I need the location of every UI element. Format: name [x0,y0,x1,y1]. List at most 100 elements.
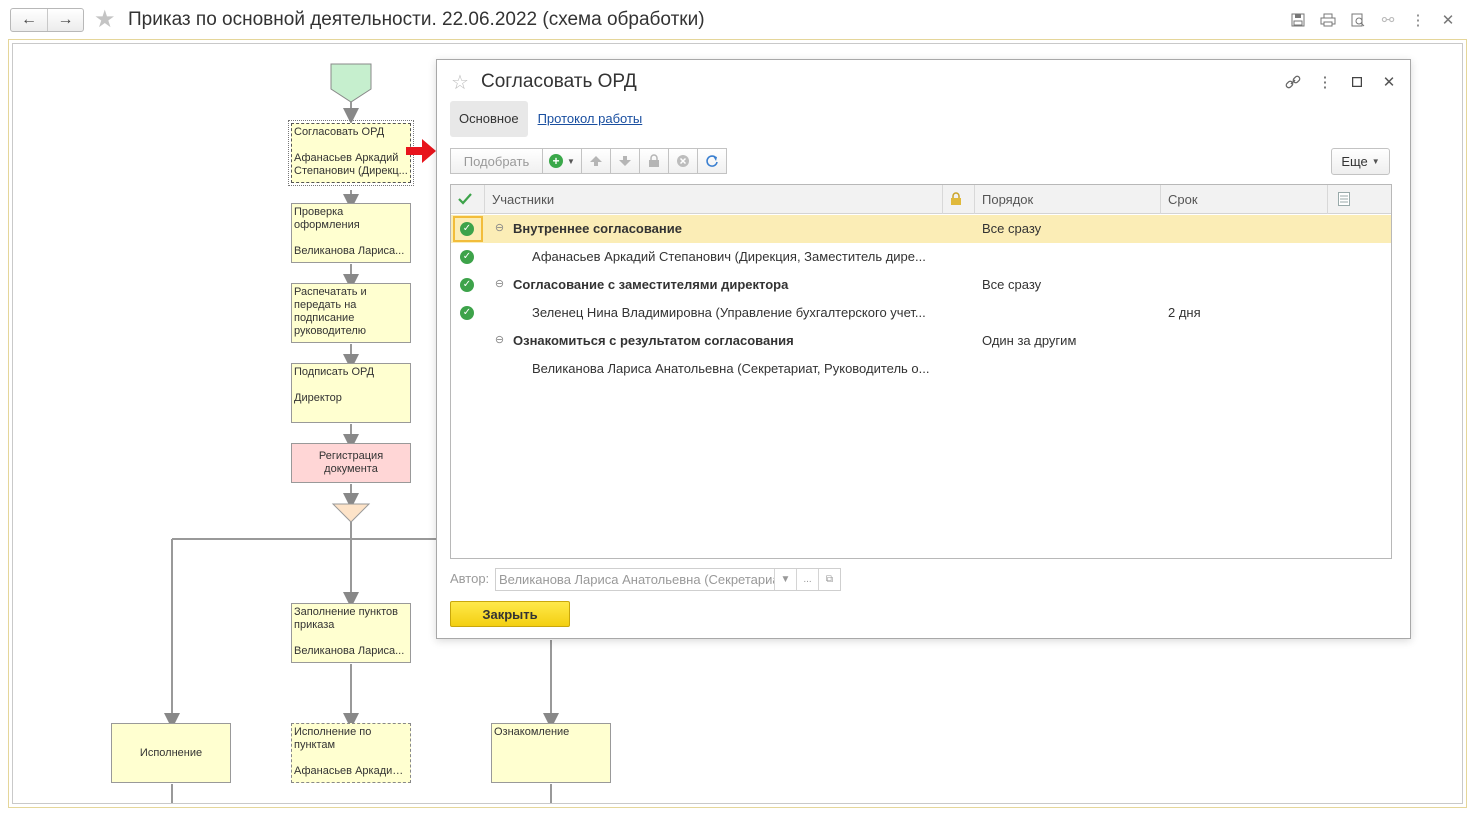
check-icon[interactable]: ✓ [460,306,474,320]
process-node-approve[interactable]: Согласовать ОРД Афанасьев Аркадий Степан… [288,120,414,186]
node-line: оформления [294,219,360,231]
dialog-tabs: Основное Протокол работы [450,101,652,137]
author-label: Автор: [450,571,490,586]
lock-button[interactable] [639,148,669,174]
more-button[interactable]: Еще ▼ [1331,148,1390,175]
node-line: Исполнение [139,746,203,759]
participants-toolbar: Подобрать + ▼ [450,148,727,174]
process-node-fill-items[interactable]: Заполнение пунктов приказа Великанова Ла… [291,603,411,663]
maximize-icon[interactable] [1346,72,1368,92]
collapse-icon[interactable]: ⊖ [494,335,505,346]
select-ellipsis-icon[interactable]: ... [796,569,818,590]
table-row[interactable]: ✓ ⊖ Согласование с заместителями директо… [451,271,1391,299]
pick-button[interactable]: Подобрать [450,148,543,174]
lock-icon [951,192,961,205]
order-value: Все сразу [982,221,1042,236]
node-line: Афанасьев Аркадий ... [294,765,408,777]
print-icon[interactable] [1317,10,1339,30]
check-icon[interactable]: ✓ [460,222,474,236]
table-row[interactable]: ✓ Зеленец Нина Владимировна (Управление … [451,299,1391,327]
header-participants[interactable]: Участники [484,185,942,214]
close-button[interactable]: Закрыть [450,601,570,627]
node-line: Афанасьев Аркадий [294,152,399,164]
window-title: Приказ по основной деятельности. 22.06.2… [128,9,705,30]
node-line: подписание [294,312,355,324]
move-down-button[interactable] [610,148,640,174]
more-vert-icon[interactable]: ⋮ [1407,10,1429,30]
process-node-sign[interactable]: Подписать ОРД Директор [291,363,411,423]
table-row[interactable]: ⊖ Ознакомиться с результатом согласовани… [451,327,1391,355]
checkmark-icon [458,193,472,205]
term-value [1168,327,1318,355]
process-node-execution-by-items[interactable]: Исполнение по пунктам Афанасьев Аркадий … [291,723,411,783]
participant-name: Ознакомиться с результатом согласования [513,333,794,348]
collapse-icon[interactable]: ⊖ [494,223,505,234]
check-icon[interactable]: ✓ [460,278,474,292]
node-line [294,752,408,765]
start-shape [330,63,372,103]
check-icon[interactable]: ✓ [460,250,474,264]
node-line [294,379,408,392]
refresh-button[interactable] [697,148,727,174]
header-term[interactable]: Срок [1160,185,1327,214]
back-arrow-icon[interactable]: ← [11,9,47,31]
approve-dialog: ☆ Согласовать ОРД ⋮ ✕ Основное Протокол … [436,59,1411,639]
close-icon[interactable]: ✕ [1437,10,1459,30]
order-value [982,299,1152,327]
table-row[interactable]: ✓ Афанасьев Аркадий Степанович (Дирекция… [451,243,1391,271]
process-node-register[interactable]: Регистрация документа [291,443,411,483]
move-up-button[interactable] [581,148,611,174]
chevron-down-icon: ▼ [567,156,575,166]
tab-log[interactable]: Протокол работы [528,101,653,137]
node-line: пунктам [294,739,336,751]
dialog-actions: ⋮ ✕ [1282,72,1400,92]
preview-icon[interactable] [1347,10,1369,30]
header-order[interactable]: Порядок [974,185,1160,214]
save-icon[interactable] [1287,10,1309,30]
collapse-icon[interactable]: ⊖ [494,279,505,290]
link-icon[interactable]: ⚯ [1377,10,1399,30]
dropdown-icon[interactable]: ▼ [774,569,796,590]
node-line [294,232,408,245]
table-row[interactable]: Великанова Лариса Анатольевна (Секретари… [451,355,1391,383]
node-line: Великанова Лариса... [294,645,405,657]
author-field[interactable]: Великанова Лариса Анатольевна (Секретари… [495,568,841,591]
delete-button[interactable] [668,148,698,174]
node-line: Подписать ОРД [294,366,375,378]
table-row[interactable]: ✓ ⊖ Внутреннее согласование Все сразу [451,215,1391,243]
participants-table[interactable]: Участники Порядок Срок ✓ ⊖ Внутреннее со… [450,184,1392,559]
term-value: 2 дня [1168,305,1201,320]
window-actions: ⚯ ⋮ ✕ [1287,10,1459,30]
order-value [982,355,1152,383]
dialog-title: Согласовать ОРД [481,71,637,92]
more-vert-icon[interactable]: ⋮ [1314,72,1336,92]
node-line: Ознакомление [494,726,570,738]
term-value [1168,243,1318,271]
header-comment-column[interactable] [1327,185,1391,214]
order-value: Один за другим [982,333,1077,348]
forward-arrow-icon[interactable]: → [46,9,83,31]
process-node-check[interactable]: Проверка оформления Великанова Лариса... [291,203,411,263]
order-value [982,243,1152,271]
node-line: передать на [294,299,357,311]
process-node-execution[interactable]: Исполнение [111,723,231,783]
favorite-star-icon[interactable]: ★ [94,6,116,34]
node-line: Великанова Лариса... [294,245,405,257]
process-node-print[interactable]: Распечатать и передать на подписание рук… [291,283,411,343]
favorite-star-icon[interactable]: ☆ [451,70,469,95]
add-button[interactable]: + ▼ [542,148,582,174]
process-node-familiarization[interactable]: Ознакомление [491,723,611,783]
node-line: Регистрация [318,450,384,462]
link-icon[interactable] [1282,72,1304,92]
header-check-column[interactable] [451,185,484,214]
node-line: Распечатать и [294,286,367,298]
table-header: Участники Порядок Срок [451,185,1391,214]
tab-main[interactable]: Основное [450,101,528,137]
node-line: Директор [294,392,342,404]
window-titlebar: ← → ★ Приказ по основной деятельности. 2… [0,0,1471,40]
node-line: приказа [294,619,335,631]
header-lock-column[interactable] [942,185,974,214]
open-icon[interactable]: ⧉ [818,569,840,590]
document-icon [1338,192,1350,206]
close-icon[interactable]: ✕ [1378,72,1400,92]
